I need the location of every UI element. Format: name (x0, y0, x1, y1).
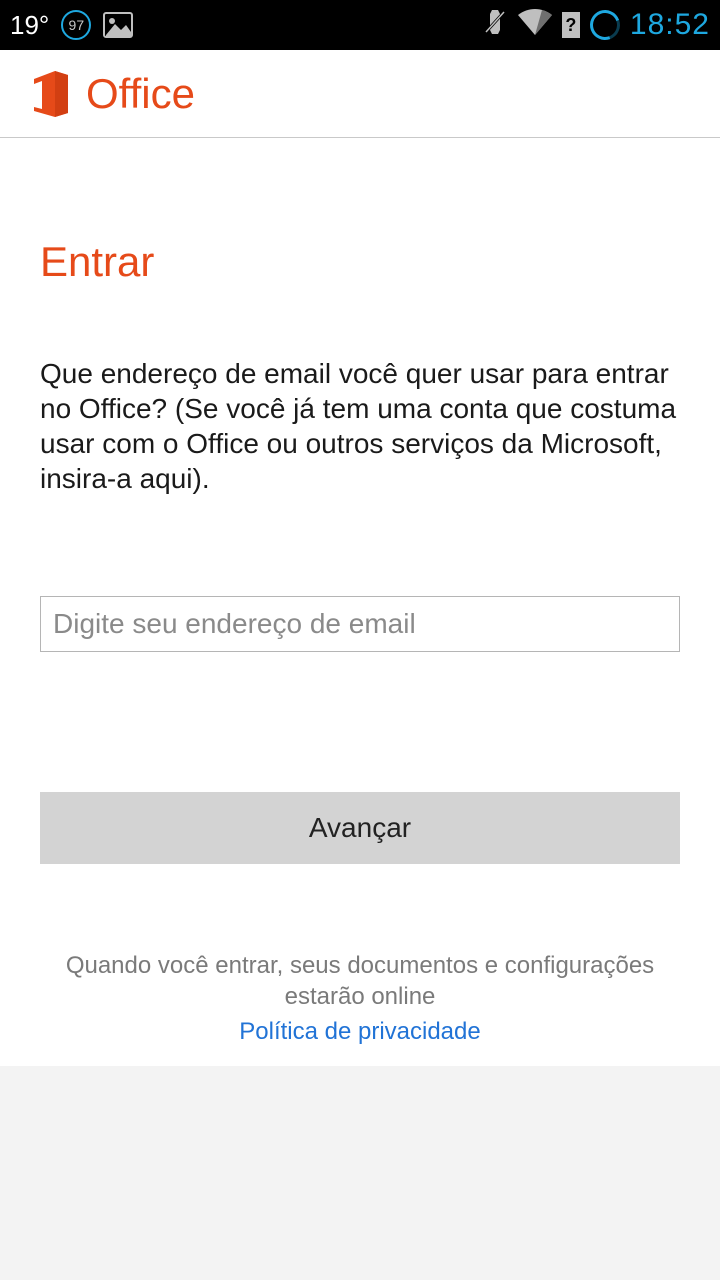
wifi-icon (518, 9, 552, 42)
privacy-policy-link[interactable]: Política de privacidade (239, 1018, 480, 1046)
sim-unknown-icon (562, 12, 580, 38)
status-left-group: 19° 97 (10, 10, 133, 41)
vibrate-mute-icon (482, 8, 508, 43)
advance-button[interactable]: Avançar (40, 792, 680, 864)
page-title: Entrar (40, 138, 680, 286)
clock-text: 18:52 (630, 8, 710, 42)
signin-footer: Quando você entrar, seus documentos e co… (0, 950, 720, 1046)
app-header: Office (0, 50, 720, 138)
status-right-group: 18:52 (482, 8, 710, 43)
signin-instructions: Que endereço de email você quer usar par… (40, 286, 680, 496)
signin-content: Entrar Que endereço de email você quer u… (0, 138, 720, 1066)
temperature-indicator: 19° (10, 10, 49, 41)
footer-info-text: Quando você entrar, seus documentos e co… (48, 950, 672, 1012)
loading-ring-icon (585, 5, 625, 45)
office-logo-icon (28, 69, 72, 119)
picture-icon (103, 12, 133, 38)
email-field[interactable] (40, 596, 680, 652)
status-bar: 19° 97 18:52 (0, 0, 720, 50)
battery-circle-icon: 97 (61, 10, 91, 40)
bottom-panel (0, 1066, 720, 1280)
app-title: Office (86, 70, 195, 118)
